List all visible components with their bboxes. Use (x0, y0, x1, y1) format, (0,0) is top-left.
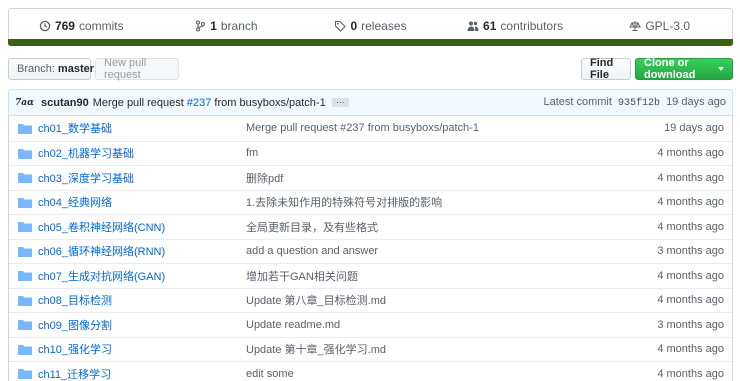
file-name-link[interactable]: ch03_深度学习基础 (38, 170, 246, 186)
commit-author[interactable]: scutan90 (41, 97, 89, 109)
folder-icon (18, 148, 32, 159)
file-name-link[interactable]: ch07_生成对抗网络(GAN) (38, 268, 246, 284)
file-name-link[interactable]: ch04_经典网络 (38, 194, 246, 210)
law-icon (629, 21, 642, 31)
file-row: ch01_数学基础 Merge pull request #237 from bu… (9, 116, 732, 141)
file-row: ch11_迁移学习 edit some 4 months ago (9, 361, 732, 381)
file-commit-message[interactable]: edit some (246, 368, 622, 380)
folder-icon (18, 271, 32, 282)
file-age: 3 months ago (657, 245, 724, 258)
file-list: ch01_数学基础 Merge pull request #237 from bu… (8, 116, 733, 381)
commit-message-suffix[interactable]: from busyboxs/patch-1 (214, 97, 325, 109)
folder-icon (18, 222, 32, 233)
file-row: ch05_卷积神经网络(CNN) 全局更新目录，及有些格式 4 months ago (9, 214, 732, 239)
file-age: 4 months ago (657, 147, 724, 160)
branch-select-label: Branch: (17, 63, 55, 75)
language-bar[interactable] (8, 39, 733, 46)
commits-label: commits (78, 19, 124, 33)
folder-icon (18, 197, 32, 208)
file-commit-message[interactable]: Update 第十章_强化学习.md (246, 341, 622, 357)
file-commit-message[interactable]: 增加若干GAN相关问题 (246, 268, 622, 284)
file-row: ch08_目标检测 Update 第八章_目标检测.md 4 months ago (9, 287, 732, 313)
latest-commit-label: Latest commit (543, 96, 612, 108)
releases-count: 0 (350, 19, 358, 33)
caret-down-icon (718, 67, 724, 71)
file-age: 4 months ago (657, 343, 724, 356)
file-name-link[interactable]: ch10_强化学习 (38, 341, 246, 357)
file-row: ch10_强化学习 Update 第十章_强化学习.md 4 months ago (9, 336, 732, 362)
file-row: ch07_生成对抗网络(GAN) 增加若干GAN相关问题 4 months ago (9, 263, 732, 288)
file-commit-message[interactable]: 1.去除未知作用的特殊符号对排版的影响 (246, 194, 622, 210)
folder-icon (18, 173, 32, 184)
branch-label: branch (220, 19, 258, 33)
commits-link[interactable]: 769 commits (9, 9, 154, 43)
license-link[interactable]: GPL-3.0 (587, 9, 732, 43)
file-row: ch04_经典网络 1.去除未知作用的特殊符号对排版的影响 4 months ago (9, 189, 732, 215)
commit-message[interactable]: Merge pull request #237 from busyboxs/pa… (93, 97, 326, 109)
branches-link[interactable]: 1 branch (154, 9, 299, 43)
contributors-link[interactable]: 61 contributors (443, 9, 588, 43)
people-icon (467, 21, 479, 31)
commit-age: 19 days ago (666, 96, 726, 108)
file-age: 4 months ago (657, 269, 724, 282)
branch-select-button[interactable]: Branch: master (8, 58, 104, 80)
file-commit-message[interactable]: Update 第八章_目标检测.md (246, 292, 622, 308)
file-age: 3 months ago (657, 318, 724, 331)
latest-commit-info: Latest commit 935f12b 19 days ago (543, 96, 726, 109)
folder-icon (18, 295, 32, 306)
releases-link[interactable]: 0 releases (298, 9, 443, 43)
clone-download-label: Clone or download (644, 57, 696, 81)
file-row: ch06_循环神经网络(RNN) add a question and answe… (9, 238, 732, 264)
file-name-link[interactable]: ch11_迁移学习 (38, 366, 246, 381)
history-icon (39, 20, 51, 32)
releases-label: releases (361, 19, 407, 33)
contributors-label: contributors (500, 19, 564, 33)
file-commit-message[interactable]: 全局更新目录，及有些格式 (246, 219, 622, 235)
branch-select-value: master (57, 63, 94, 75)
avatar[interactable]: 7aα (15, 98, 35, 108)
folder-icon (18, 320, 32, 331)
expand-commit-button[interactable]: … (331, 96, 349, 107)
commits-count: 769 (54, 19, 75, 33)
folder-icon (18, 123, 32, 134)
file-commit-message[interactable]: 删除pdf (246, 170, 622, 186)
file-commit-message[interactable]: fm (246, 147, 622, 159)
file-name-link[interactable]: ch01_数学基础 (38, 120, 246, 136)
branch-icon (196, 20, 206, 32)
file-row: ch02_机器学习基础 fm 4 months ago (9, 140, 732, 166)
file-age: 4 months ago (657, 294, 724, 307)
file-commit-message[interactable]: Update readme.md (246, 319, 622, 331)
file-name-link[interactable]: ch09_图像分割 (38, 317, 246, 333)
file-name-link[interactable]: ch02_机器学习基础 (38, 145, 246, 161)
clone-download-button[interactable]: Clone or download (635, 57, 733, 81)
contributors-count: 61 (483, 19, 497, 33)
file-commit-message[interactable]: add a question and answer (246, 245, 622, 257)
file-name-link[interactable]: ch06_循环神经网络(RNN) (38, 243, 246, 259)
file-age: 4 months ago (657, 171, 724, 184)
new-pull-request-button[interactable]: New pull request (95, 57, 179, 81)
branch-count: 1 (210, 19, 217, 33)
file-commit-message[interactable]: Merge pull request #237 from busyboxs/pa… (246, 122, 622, 134)
folder-icon (18, 246, 32, 257)
file-row: ch03_深度学习基础 删除pdf 4 months ago (9, 165, 732, 190)
file-name-link[interactable]: ch05_卷积神经网络(CNN) (38, 219, 246, 235)
commit-message-prefix[interactable]: Merge pull request (93, 97, 184, 109)
tag-icon (335, 20, 347, 32)
find-file-button[interactable]: Find File (581, 57, 631, 81)
file-age: 4 months ago (657, 196, 724, 209)
file-name-link[interactable]: ch08_目标检测 (38, 292, 246, 308)
folder-icon (18, 344, 32, 355)
file-age: 4 months ago (657, 367, 724, 380)
latest-commit-bar: 7aα scutan90 Merge pull request #237 fro… (8, 89, 733, 116)
commit-pr-link[interactable]: #237 (187, 97, 211, 109)
file-age: 19 days ago (664, 122, 724, 135)
license-label: GPL-3.0 (645, 19, 691, 33)
commit-sha-link[interactable]: 935f12b (618, 98, 660, 109)
file-age: 4 months ago (657, 220, 724, 233)
folder-icon (18, 369, 32, 380)
file-row: ch09_图像分割 Update readme.md 3 months ago (9, 312, 732, 337)
